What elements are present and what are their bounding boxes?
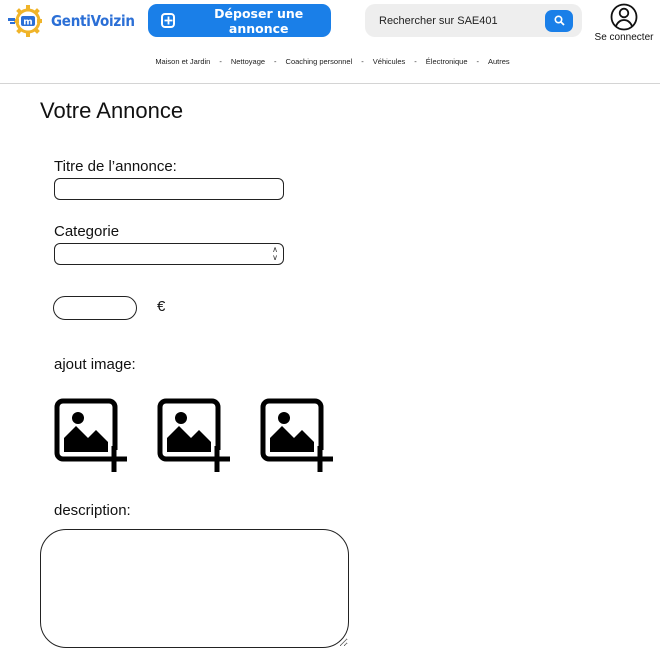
logo-text: GentiVoizin: [51, 12, 135, 30]
category-nav: Maison et Jardin - Nettoyage - Coaching …: [0, 57, 660, 66]
category-link-maison-jardin[interactable]: Maison et Jardin: [155, 57, 210, 66]
image-add-icon: [54, 398, 134, 472]
category-separator: -: [414, 57, 417, 66]
plus-square-icon: [161, 13, 176, 28]
category-separator: -: [361, 57, 364, 66]
title-input[interactable]: [54, 178, 284, 200]
category-link-autres[interactable]: Autres: [488, 57, 510, 66]
category-select[interactable]: ∧ ∨: [54, 243, 284, 265]
user-circle-icon: [610, 3, 638, 31]
category-link-coaching[interactable]: Coaching personnel: [286, 57, 353, 66]
category-separator: -: [274, 57, 277, 66]
post-ad-button[interactable]: Déposer une annonce: [148, 4, 331, 37]
post-ad-label: Déposer une annonce: [214, 5, 304, 36]
site-logo[interactable]: m GentiVoizin: [8, 4, 144, 38]
description-textarea[interactable]: [40, 529, 349, 648]
logo-gear-icon: m: [8, 4, 48, 38]
category-link-vehicules[interactable]: Véhicules: [373, 57, 406, 66]
title-label: Titre de l’annonce:: [54, 158, 177, 175]
logo-mark-letter: m: [23, 18, 32, 28]
add-image-button-3[interactable]: [260, 398, 340, 474]
header-divider: [0, 83, 660, 84]
image-add-icon: [260, 398, 340, 472]
search-bar[interactable]: Rechercher sur SAE401: [365, 4, 582, 37]
category-link-electronique[interactable]: Électronique: [426, 57, 468, 66]
search-icon: [553, 15, 565, 26]
search-input[interactable]: Rechercher sur SAE401: [379, 15, 545, 27]
select-arrows-icon: ∧ ∨: [272, 245, 278, 262]
page-title: Votre Annonce: [40, 98, 184, 123]
add-image-button-2[interactable]: [157, 398, 237, 474]
add-image-button-1[interactable]: [54, 398, 134, 474]
login-button[interactable]: Se connecter: [588, 3, 660, 43]
category-label: Categorie: [54, 223, 120, 240]
price-input[interactable]: [53, 296, 137, 320]
description-label: description:: [54, 502, 131, 519]
category-separator: -: [219, 57, 222, 66]
category-link-nettoyage[interactable]: Nettoyage: [231, 57, 265, 66]
image-add-icon: [157, 398, 237, 472]
search-button[interactable]: [545, 9, 573, 32]
category-separator: -: [476, 57, 480, 66]
currency-symbol: €: [157, 298, 166, 315]
login-label: Se connecter: [594, 32, 654, 43]
image-label: ajout image:: [54, 356, 136, 373]
